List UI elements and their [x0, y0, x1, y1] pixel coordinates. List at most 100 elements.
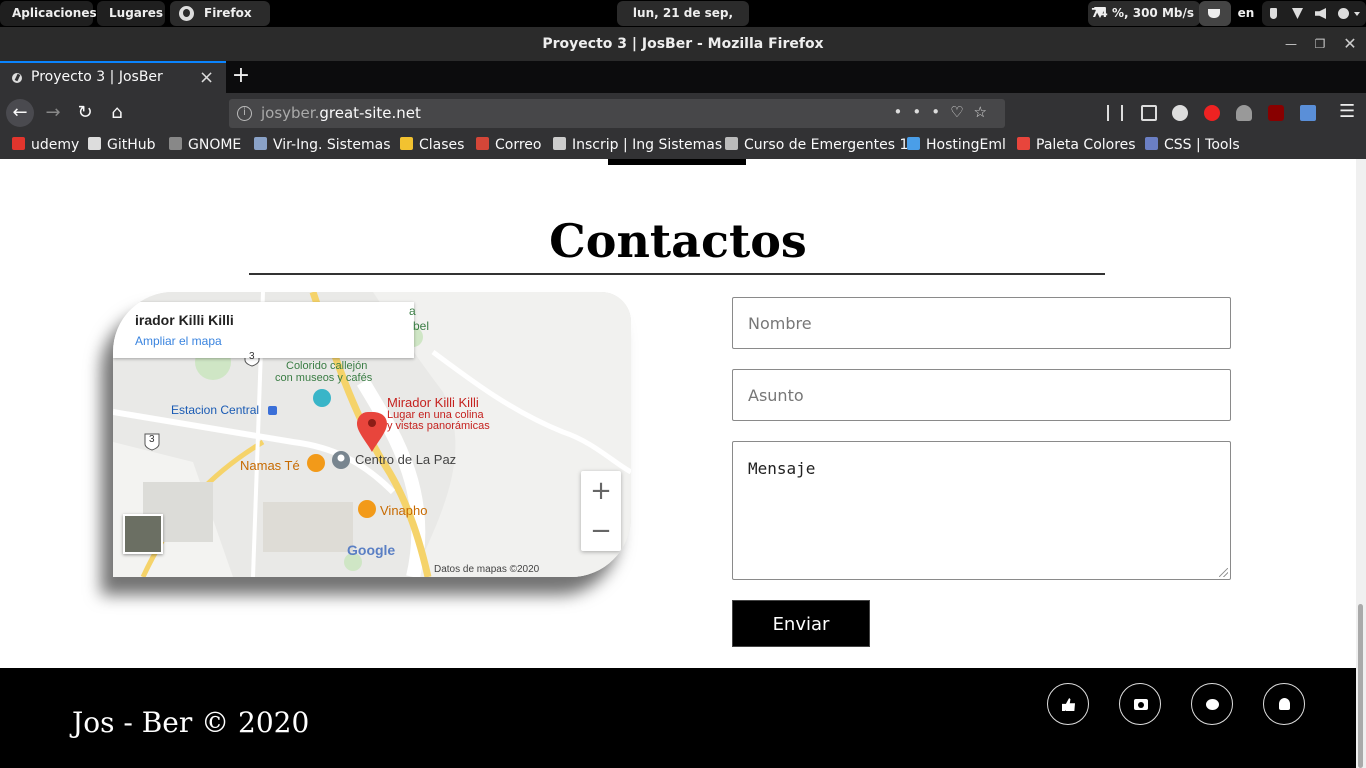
- site-info-icon[interactable]: i: [237, 106, 252, 121]
- subject-input[interactable]: Asunto: [732, 369, 1231, 421]
- maximize-button[interactable]: ❐: [1312, 36, 1328, 52]
- like-button[interactable]: [1047, 683, 1089, 725]
- back-button[interactable]: ←: [6, 99, 34, 127]
- resize-handle[interactable]: [1219, 568, 1228, 577]
- pocket-icon[interactable]: ♡: [950, 103, 973, 121]
- close-window-button[interactable]: ✕: [1342, 36, 1358, 52]
- extension-red-icon[interactable]: [1204, 105, 1220, 121]
- tab-title: Proyecto 3 | JosBer: [31, 69, 163, 85]
- page-actions-icon[interactable]: •••: [894, 103, 951, 121]
- bookmark-star-icon[interactable]: ☆: [974, 103, 997, 121]
- wifi-icon: [1292, 8, 1303, 19]
- places-label: Lugares: [109, 6, 164, 20]
- chat-button[interactable]: [1191, 683, 1233, 725]
- bookmark-favicon-icon: [400, 137, 413, 150]
- bookmark-item[interactable]: udemy: [12, 137, 79, 153]
- section-title: Contactos: [549, 214, 807, 268]
- bookmark-item[interactable]: Vir-Ing. Sistemas: [254, 137, 391, 153]
- wifi-icon: [1094, 7, 1106, 18]
- close-tab-icon[interactable]: ×: [199, 67, 214, 88]
- bookmark-item[interactable]: HostingEml: [907, 137, 1006, 153]
- bookmark-favicon-icon: [553, 137, 566, 150]
- network-label: 74 %, 300 Mb/s: [1091, 6, 1194, 20]
- library-icon[interactable]: [1107, 105, 1123, 121]
- map-marker-title[interactable]: Mirador Killi Killi: [387, 395, 479, 410]
- name-placeholder: Nombre: [748, 314, 812, 333]
- bell-icon: [1279, 698, 1290, 710]
- bookmark-item[interactable]: Curso de Emergentes 1: [725, 137, 908, 153]
- bookmark-label: GitHub: [107, 137, 156, 153]
- notifications-button[interactable]: [1263, 683, 1305, 725]
- bookmark-favicon-icon: [725, 137, 738, 150]
- reload-button[interactable]: ↻: [71, 99, 99, 127]
- site-favicon-icon: [12, 73, 22, 83]
- google-logo: Google: [347, 542, 396, 558]
- active-app-menu[interactable]: Firefox ESR: [170, 1, 270, 45]
- navigation-bar: ← → ↻ ⌂ i josyber.great-site.net •••♡☆ ☰: [0, 93, 1366, 133]
- places-menu[interactable]: Lugares: [97, 1, 165, 26]
- tab-strip: Proyecto 3 | JosBer × +: [0, 61, 1366, 93]
- send-button[interactable]: Enviar: [732, 600, 870, 647]
- applications-label: Aplicaciones: [12, 6, 97, 20]
- caffeine-icon[interactable]: [1199, 1, 1231, 26]
- map-label-center: Centro de La Paz: [355, 452, 457, 467]
- embedded-map[interactable]: irador Killi Killi Ampliar el mapa a bel…: [113, 292, 631, 577]
- map-info-card: irador Killi Killi Ampliar el mapa: [113, 302, 414, 358]
- enlarge-map-link[interactable]: Ampliar el mapa: [135, 334, 222, 348]
- map-label-namas: Namas Té: [240, 458, 300, 473]
- previous-section-button[interactable]: [608, 159, 746, 165]
- account-icon[interactable]: [1172, 105, 1188, 121]
- bookmark-item[interactable]: GNOME: [169, 137, 241, 153]
- bookmark-favicon-icon: [476, 137, 489, 150]
- forward-button[interactable]: →: [39, 99, 67, 127]
- bookmark-favicon-icon: [1145, 137, 1158, 150]
- ublock-icon[interactable]: [1268, 105, 1284, 121]
- new-tab-button[interactable]: +: [230, 64, 252, 88]
- bookmark-item[interactable]: CSS | Tools: [1145, 137, 1240, 153]
- scrollbar-thumb[interactable]: [1358, 604, 1363, 768]
- language-label: en: [1237, 6, 1255, 20]
- map-label-alley-2: con museos y cafés: [275, 372, 373, 384]
- network-status[interactable]: 74 %, 300 Mb/s: [1088, 1, 1200, 26]
- sidebar-icon[interactable]: [1141, 105, 1157, 121]
- bookmark-label: CSS | Tools: [1164, 137, 1240, 153]
- satellite-toggle[interactable]: [123, 514, 163, 554]
- bookmark-label: Vir-Ing. Sistemas: [273, 137, 391, 153]
- url-bar[interactable]: i josyber.great-site.net •••♡☆: [229, 99, 1005, 128]
- bookmark-item[interactable]: Paleta Colores: [1017, 137, 1136, 153]
- bookmark-item[interactable]: Correo: [476, 137, 541, 153]
- message-textarea[interactable]: Mensaje: [732, 441, 1231, 580]
- tab-active[interactable]: Proyecto 3 | JosBer ×: [0, 61, 226, 93]
- bookmark-label: Inscrip | Ing Sistemas: [572, 137, 723, 153]
- translate-icon[interactable]: [1300, 105, 1316, 121]
- hamburger-menu-icon[interactable]: ☰: [1339, 101, 1357, 122]
- bookmark-favicon-icon: [1017, 137, 1030, 150]
- bookmark-item[interactable]: GitHub: [88, 137, 156, 153]
- bookmark-item[interactable]: Clases: [400, 137, 464, 153]
- home-button[interactable]: ⌂: [103, 99, 131, 127]
- bookmark-label: Curso de Emergentes 1: [744, 137, 909, 153]
- map-attribution: Datos de mapas ©2020: [434, 564, 540, 575]
- window-title: Proyecto 3 | JosBer - Mozilla Firefox: [542, 36, 824, 52]
- bookmark-favicon-icon: [169, 137, 182, 150]
- bookmark-favicon-icon: [12, 137, 25, 150]
- clock[interactable]: lun, 21 de sep, 16:01: [617, 1, 749, 45]
- language-indicator[interactable]: en: [1232, 1, 1260, 26]
- system-menu[interactable]: [1262, 1, 1366, 26]
- zoom-in-button[interactable]: +: [581, 471, 621, 511]
- map-label-top: a: [409, 304, 416, 318]
- map-road-3: 3: [149, 434, 155, 445]
- camera-button[interactable]: [1119, 683, 1161, 725]
- url-text[interactable]: josyber.great-site.net: [261, 104, 421, 122]
- map-label-top2: bel: [413, 319, 430, 333]
- bookmark-favicon-icon: [88, 137, 101, 150]
- page-viewport: Contactos irador Killi Killi Ampliar el …: [0, 159, 1356, 668]
- name-input[interactable]: Nombre: [732, 297, 1231, 349]
- camera-icon: [1134, 699, 1148, 710]
- map-label-station: Estacion Central: [171, 403, 260, 417]
- extension-ghost-icon[interactable]: [1236, 105, 1252, 121]
- applications-menu[interactable]: Aplicaciones: [0, 1, 97, 26]
- zoom-out-button[interactable]: −: [581, 511, 621, 551]
- bookmark-item[interactable]: Inscrip | Ing Sistemas: [553, 137, 722, 153]
- minimize-button[interactable]: —: [1283, 36, 1299, 52]
